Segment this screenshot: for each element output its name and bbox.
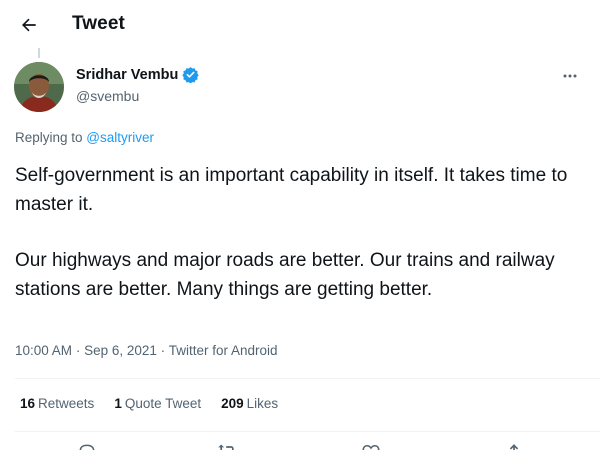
author-handle[interactable]: @svembu — [76, 88, 199, 104]
quote-tweets-count: 1 — [114, 396, 122, 411]
tweet-paragraph: Our highways and major roads are better.… — [15, 250, 555, 300]
like-icon — [362, 444, 380, 450]
likes-label: Likes — [246, 396, 279, 411]
reply-icon — [79, 444, 95, 450]
share-icon — [509, 444, 519, 450]
replying-to-link[interactable]: @saltyriver — [86, 130, 154, 145]
share-button[interactable] — [503, 442, 525, 450]
likes-stat[interactable]: 209 Likes — [221, 396, 278, 411]
quote-tweets-label: Quote Tweet — [124, 396, 202, 411]
author-block: Sridhar Vembu @svembu — [76, 66, 200, 104]
action-bar — [0, 440, 600, 450]
retweets-stat[interactable]: 16 Retweets — [20, 396, 94, 411]
tweet-source[interactable]: Twitter for Android — [169, 343, 278, 358]
page-title: Tweet — [72, 13, 125, 34]
replying-to: Replying to @saltyriver — [15, 130, 154, 145]
back-button[interactable] — [14, 10, 44, 40]
meta-separator: · — [160, 343, 166, 358]
top-bar: Tweet — [0, 0, 600, 49]
tweet-time[interactable]: 10:00 AM — [15, 343, 72, 358]
arrow-left-icon — [22, 18, 36, 32]
more-options-button[interactable] — [558, 66, 582, 86]
retweets-label: Retweets — [38, 396, 95, 411]
avatar[interactable] — [14, 62, 64, 112]
retweet-icon — [218, 444, 234, 450]
like-button[interactable] — [360, 442, 382, 450]
more-horizontal-icon — [563, 74, 577, 78]
author-name[interactable]: Sridhar Vembu — [76, 67, 178, 83]
tweet-text: Self-government is an important capabili… — [15, 161, 590, 304]
tweet-paragraph: Self-government is an important capabili… — [15, 165, 568, 215]
divider — [15, 431, 600, 432]
divider — [15, 378, 600, 379]
retweets-count: 16 — [20, 396, 36, 411]
reply-button[interactable] — [76, 442, 98, 450]
replying-to-label: Replying to — [15, 130, 87, 145]
tweet-date[interactable]: Sep 6, 2021 — [84, 343, 157, 358]
tweet-meta: 10:00 AM · Sep 6, 2021 · Twitter for And… — [15, 343, 278, 358]
verified-badge-icon — [182, 66, 200, 83]
quote-tweets-stat[interactable]: 1 Quote Tweet — [114, 396, 201, 411]
meta-separator: · — [75, 343, 81, 358]
thread-connector-line — [38, 48, 40, 58]
retweet-button[interactable] — [216, 442, 238, 450]
likes-count: 209 — [221, 396, 244, 411]
engagement-stats: 16 Retweets 1 Quote Tweet 209 Likes — [20, 396, 278, 411]
